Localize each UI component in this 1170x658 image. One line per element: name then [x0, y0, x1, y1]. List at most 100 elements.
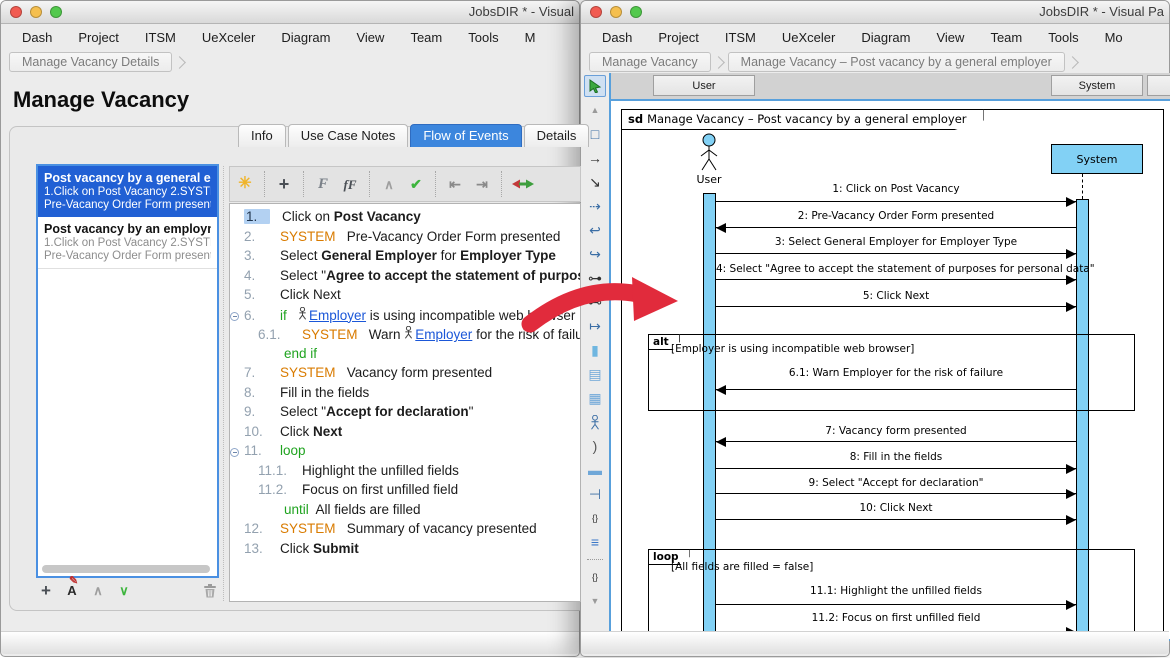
activation-tool[interactable]: ▮ — [584, 339, 606, 361]
palette-scroll-down-button[interactable]: ▼ — [584, 590, 606, 612]
move-scenario-down-button[interactable]: ∨ — [115, 578, 133, 602]
tab-use-case-notes[interactable]: Use Case Notes — [288, 124, 409, 147]
menu-team[interactable]: Team — [397, 30, 455, 45]
message-arrow[interactable] — [716, 306, 1076, 307]
menu-view[interactable]: View — [923, 30, 977, 45]
message-arrow[interactable] — [716, 201, 1076, 202]
generate-diagram-button[interactable] — [512, 172, 534, 196]
create-message-tool[interactable]: ⇢ — [584, 195, 606, 217]
collapse-toggle-icon[interactable] — [230, 448, 239, 457]
message-arrow[interactable] — [716, 519, 1076, 520]
constraint-tool[interactable]: {} — [584, 566, 606, 588]
flow-step[interactable]: until All fields are filled — [230, 502, 580, 522]
breadcrumb-sequence-diagram[interactable]: Manage Vacancy – Post vacancy by a gener… — [728, 52, 1065, 72]
diagram-canvas[interactable]: User System sdManage Vacancy – Post vaca… — [609, 73, 1170, 641]
flow-step[interactable]: 6.1.SYSTEM Warn Employer for the risk of… — [244, 326, 580, 346]
close-button[interactable] — [590, 6, 602, 18]
message-arrow[interactable] — [716, 389, 1076, 390]
flow-step[interactable]: 2.SYSTEM Pre-Vacancy Order Form presente… — [230, 229, 580, 249]
menu-diagram[interactable]: Diagram — [268, 30, 343, 45]
menu-tools[interactable]: Tools — [1035, 30, 1091, 45]
actor-tool[interactable] — [584, 411, 606, 433]
indent-step-button[interactable]: ⇥ — [473, 172, 491, 196]
menu-project[interactable]: Project — [645, 30, 711, 45]
flow-step[interactable]: 3.Select General Employer for Employer T… — [230, 248, 580, 268]
add-scenario-button[interactable]: + — [37, 578, 55, 602]
menu-project[interactable]: Project — [65, 30, 131, 45]
message-arrow[interactable] — [716, 279, 1076, 280]
menu-dash[interactable]: Dash — [9, 30, 65, 45]
scenario-item[interactable]: Post vacancy by a general employer1.Clic… — [38, 166, 217, 217]
lost-message-tool[interactable]: ⊷ — [584, 291, 606, 313]
system-lifeline-box[interactable]: System — [1051, 144, 1143, 174]
message-arrow[interactable] — [716, 227, 1076, 228]
add-step-button[interactable]: + — [275, 172, 293, 196]
menu-view[interactable]: View — [343, 30, 397, 45]
flow-step[interactable]: 11.2.Focus on first unfilled field — [244, 482, 580, 502]
reentrant-message-tool[interactable]: ↦ — [584, 315, 606, 337]
breadcrumb-manage-vacancy[interactable]: Manage Vacancy — [589, 52, 711, 72]
message-tool[interactable]: → — [584, 147, 606, 169]
menu-dash[interactable]: Dash — [589, 30, 645, 45]
flow-step[interactable]: 6.if Employer is using incompatible web … — [230, 307, 580, 327]
continuation-tool[interactable]: ) — [584, 435, 606, 457]
flow-step[interactable]: 12.SYSTEM Summary of vacancy presented — [230, 521, 580, 541]
concurrent-tool[interactable]: ▬ — [584, 459, 606, 481]
scenario-item[interactable]: Post vacancy by an employment agency1.Cl… — [38, 217, 217, 269]
flow-step[interactable]: end if — [230, 346, 580, 366]
actor-user-figure[interactable] — [689, 133, 729, 173]
panel-splitter[interactable] — [223, 166, 224, 601]
move-scenario-up-button[interactable]: ∧ — [89, 578, 107, 602]
collapse-toggle-icon[interactable] — [230, 312, 239, 321]
note-tool[interactable]: ≡ — [584, 531, 606, 553]
menu-uexceler[interactable]: UeXceler — [769, 30, 848, 45]
combined-fragment-tool[interactable]: ▤ — [584, 363, 606, 385]
found-message-tool[interactable]: ⊶ — [584, 267, 606, 289]
flow-step[interactable]: 1.Click on Post Vacancy — [230, 209, 580, 229]
flow-step[interactable]: 4.Select "Agree to accept the statement … — [230, 268, 580, 288]
minimize-button[interactable] — [30, 6, 42, 18]
message-arrow[interactable] — [716, 604, 1076, 605]
text-format-button[interactable]: fF — [341, 172, 359, 196]
tab-info[interactable]: Info — [238, 124, 286, 147]
tab-details[interactable]: Details — [524, 124, 590, 147]
menu-mo[interactable]: Mo — [1092, 30, 1136, 45]
flow-step[interactable]: 9.Select "Accept for declaration" — [230, 404, 580, 424]
flow-step[interactable]: 13.Click Submit — [230, 541, 580, 561]
flow-step[interactable]: 8.Fill in the fields — [230, 385, 580, 405]
stop-tool[interactable]: ⊣ — [584, 483, 606, 505]
interaction-use-tool[interactable]: ▦ — [584, 387, 606, 409]
flow-step[interactable]: 7.SYSTEM Vacancy form presented — [230, 365, 580, 385]
rename-scenario-button[interactable]: A✎ — [63, 578, 81, 602]
menu-diagram[interactable]: Diagram — [848, 30, 923, 45]
duration-constraint-tool[interactable]: {} — [584, 507, 606, 529]
menu-uexceler[interactable]: UeXceler — [189, 30, 268, 45]
palette-scroll-up-button[interactable]: ▲ — [584, 99, 606, 121]
move-step-up-button[interactable]: ∧ — [380, 172, 398, 196]
suggest-step-button[interactable]: ✳ — [236, 172, 254, 196]
to-self-message-tool[interactable]: ↘ — [584, 171, 606, 193]
minimize-button[interactable] — [610, 6, 622, 18]
message-arrow[interactable] — [716, 441, 1076, 442]
flow-step[interactable]: 11.loop — [230, 443, 580, 463]
flow-step[interactable]: 10.Click Next — [230, 424, 580, 444]
horizontal-scrollbar[interactable] — [42, 565, 210, 573]
text-style-button[interactable]: F — [314, 172, 332, 196]
menu-itsm[interactable]: ITSM — [132, 30, 189, 45]
outdent-step-button[interactable]: ⇤ — [446, 172, 464, 196]
message-arrow[interactable] — [716, 468, 1076, 469]
tab-flow-of-events[interactable]: Flow of Events — [410, 124, 521, 147]
menu-tools[interactable]: Tools — [455, 30, 511, 45]
menu-itsm[interactable]: ITSM — [712, 30, 769, 45]
menu-team[interactable]: Team — [977, 30, 1035, 45]
sd-frame-label[interactable]: sdManage Vacancy – Post vacancy by a gen… — [621, 109, 984, 130]
flow-step[interactable]: 11.1.Highlight the unfilled fields — [244, 463, 580, 483]
flow-step[interactable]: 5.Click Next — [230, 287, 580, 307]
zoom-button[interactable] — [50, 6, 62, 18]
pointer-tool[interactable] — [584, 75, 606, 97]
menu-m[interactable]: M — [512, 30, 549, 45]
close-button[interactable] — [10, 6, 22, 18]
recursive-message-tool[interactable]: ↪ — [584, 243, 606, 265]
zoom-button[interactable] — [630, 6, 642, 18]
message-arrow[interactable] — [716, 493, 1076, 494]
